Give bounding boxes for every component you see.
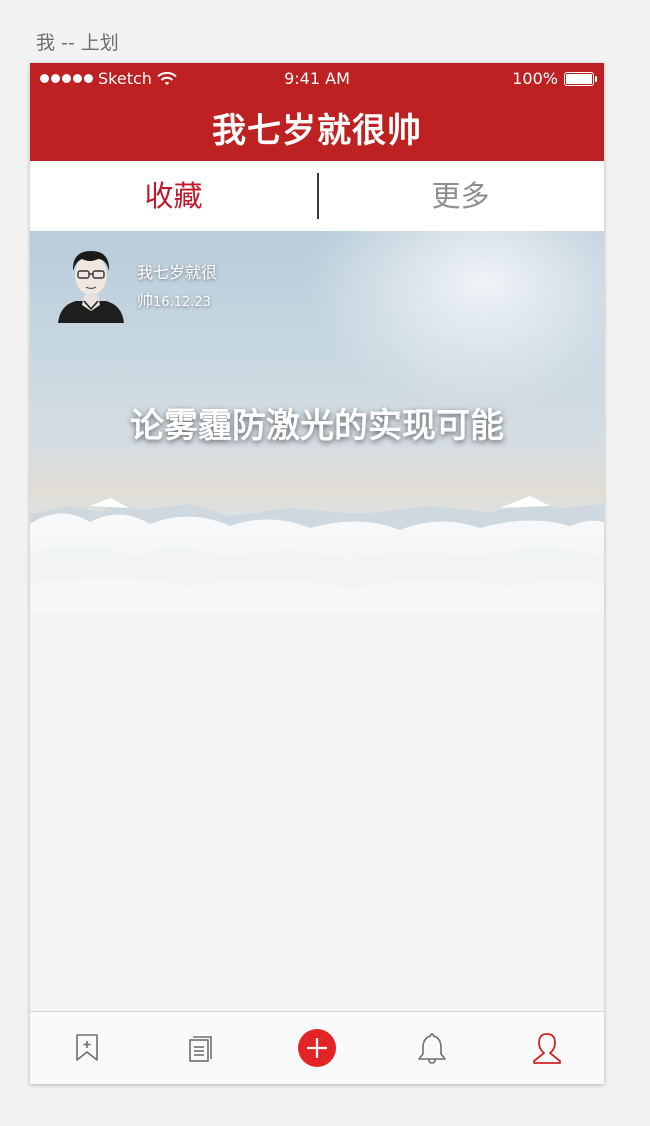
battery-percent: 100% [512,69,558,88]
phone-screen: Sketch 9:41 AM 100% 我七岁就很帅 收藏 更多 我七岁就很 帅… [30,63,604,1084]
author-name: 我七岁就很 [137,263,218,282]
artboard-title: 我 -- 上划 [36,32,119,54]
tab-favorites[interactable]: 收藏 [30,161,317,231]
author-name-cont: 帅 [137,291,154,310]
status-bar: Sketch 9:41 AM 100% [30,63,604,95]
navigation-bar: Sketch 9:41 AM 100% 我七岁就很帅 [30,63,604,161]
author-avatar[interactable] [56,243,126,323]
user-icon [533,1033,561,1064]
bottom-tab-bar [30,1011,604,1084]
article-headline: 论雾霾防激光的实现可能 [130,406,504,446]
segmented-tabs: 收藏 更多 [30,161,604,231]
page-title: 我七岁就很帅 [212,111,422,151]
battery-icon [564,71,597,86]
author-info: 我七岁就很 帅16.12.23 [137,259,237,317]
tabbar-item-documents[interactable] [145,1012,259,1084]
sky-glow [304,231,604,411]
tabbar-item-add[interactable] [260,1012,374,1084]
tabbar-item-profile[interactable] [490,1012,604,1084]
tab-more[interactable]: 更多 [317,161,604,231]
documents-icon [189,1036,212,1062]
battery-group: 100% [512,69,597,88]
bookmark-add-icon [76,1034,98,1061]
author-meta: 帅16.12.23 [137,287,237,317]
add-circle-icon [298,1029,336,1067]
tabbar-item-notifications[interactable] [375,1012,489,1084]
cloud-sea-image [30,496,604,614]
tabbar-item-bookmark[interactable] [30,1012,144,1084]
post-date: 16.12.23 [153,295,211,310]
article-card[interactable]: 我七岁就很 帅16.12.23 论雾霾防激光的实现可能 [30,231,604,614]
bell-icon [418,1033,446,1064]
